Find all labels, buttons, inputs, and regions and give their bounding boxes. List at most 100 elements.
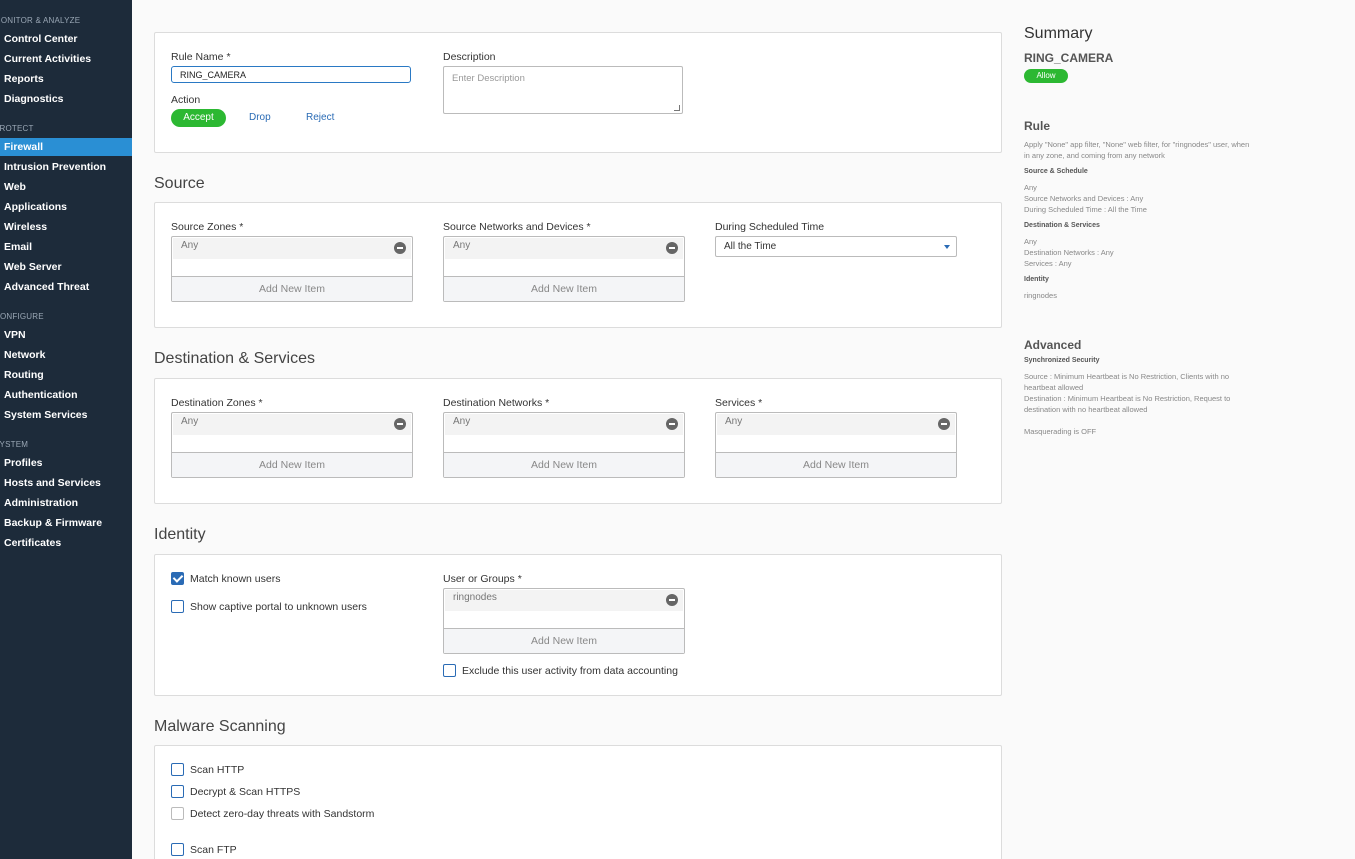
decrypt-https-checkbox[interactable] [171, 785, 184, 798]
match-known-users-label: Match known users [190, 573, 281, 585]
destination-title: Destination & Services [154, 350, 315, 367]
summary-destination-line: Any [1024, 237, 1037, 246]
add-new-item-button[interactable]: Add New Item [444, 452, 684, 477]
sidebar-item-applications[interactable]: Applications [0, 198, 132, 216]
destination-networks-list: Any Add New Item [443, 412, 685, 478]
summary-source-line: Any [1024, 183, 1037, 192]
captive-portal-checkbox[interactable] [171, 600, 184, 613]
exclude-accounting-checkbox[interactable] [443, 664, 456, 677]
sidebar: MONITOR & ANALYZE Control Center Current… [0, 0, 132, 859]
sidebar-section-monitor: MONITOR & ANALYZE [0, 16, 81, 25]
schedule-label: During Scheduled Time [715, 221, 825, 233]
summary-source-line: During Scheduled Time : All the Time [1024, 205, 1147, 214]
remove-icon[interactable] [938, 418, 950, 430]
list-item: Any [717, 414, 955, 435]
sidebar-item-email[interactable]: Email [0, 238, 132, 256]
summary-panel: Summary RING_CAMERA Allow Rule Apply "No… [1024, 0, 1344, 859]
summary-sync-heading: Synchronized Security [1024, 357, 1100, 364]
source-networks-list: Any Add New Item [443, 236, 685, 302]
sidebar-item-vpn[interactable]: VPN [0, 326, 132, 344]
sidebar-item-reports[interactable]: Reports [0, 70, 132, 88]
sidebar-item-hosts-and-services[interactable]: Hosts and Services [0, 474, 132, 492]
add-new-item-button[interactable]: Add New Item [172, 276, 412, 301]
source-title: Source [154, 175, 205, 192]
sidebar-item-control-center[interactable]: Control Center [0, 30, 132, 48]
sidebar-item-firewall[interactable]: Firewall [0, 138, 132, 156]
add-new-item-button[interactable]: Add New Item [444, 276, 684, 301]
sidebar-item-authentication[interactable]: Authentication [0, 386, 132, 404]
sidebar-item-intrusion-prevention[interactable]: Intrusion Prevention [0, 158, 132, 176]
summary-destination-line: Destination Networks : Any [1024, 248, 1114, 257]
match-known-users-checkbox[interactable] [171, 572, 184, 585]
source-networks-label: Source Networks and Devices * [443, 221, 591, 233]
sidebar-section-system: SYSTEM [0, 440, 29, 449]
sidebar-item-current-activities[interactable]: Current Activities [0, 50, 132, 68]
summary-rule-name: RING_CAMERA [1024, 51, 1114, 65]
remove-icon[interactable] [666, 594, 678, 606]
summary-masquerading: Masquerading is OFF [1024, 427, 1097, 436]
summary-advanced-heading: Advanced [1024, 338, 1082, 352]
list-item: Any [445, 238, 683, 259]
captive-portal-label: Show captive portal to unknown users [190, 601, 367, 613]
zero-day-checkbox[interactable] [171, 807, 184, 820]
users-groups-list: ringnodes Add New Item [443, 588, 685, 654]
status-badge: Allow [1024, 69, 1068, 83]
sidebar-item-backup-firmware[interactable]: Backup & Firmware [0, 514, 132, 532]
identity-panel: Match known users Show captive portal to… [154, 554, 1002, 696]
destination-zones-list: Any Add New Item [171, 412, 413, 478]
sidebar-item-administration[interactable]: Administration [0, 494, 132, 512]
summary-source-heading: Source & Schedule [1024, 168, 1088, 175]
list-item: ringnodes [445, 590, 683, 611]
remove-icon[interactable] [394, 242, 406, 254]
sidebar-item-advanced-threat[interactable]: Advanced Threat [0, 278, 132, 296]
services-label: Services * [715, 397, 763, 409]
sidebar-item-routing[interactable]: Routing [0, 366, 132, 384]
sidebar-item-network[interactable]: Network [0, 346, 132, 364]
sidebar-item-diagnostics[interactable]: Diagnostics [0, 90, 132, 108]
sidebar-item-profiles[interactable]: Profiles [0, 454, 132, 472]
schedule-select[interactable]: All the Time [715, 236, 957, 257]
drop-button[interactable]: Drop [249, 109, 271, 127]
sidebar-item-web[interactable]: Web [0, 178, 132, 196]
summary-destination-heading: Destination & Services [1024, 222, 1100, 229]
summary-destination-line: Services : Any [1024, 259, 1072, 268]
users-groups-label: User or Groups * [443, 573, 522, 585]
reject-button[interactable]: Reject [306, 109, 334, 127]
source-zones-list: Any Add New Item [171, 236, 413, 302]
action-label: Action [171, 94, 201, 106]
remove-icon[interactable] [666, 242, 678, 254]
scan-http-checkbox[interactable] [171, 763, 184, 776]
add-new-item-button[interactable]: Add New Item [172, 452, 412, 477]
malware-panel: Scan HTTP Decrypt & Scan HTTPS Detect ze… [154, 745, 1002, 859]
rule-name-label: Rule Name * [171, 51, 231, 63]
summary-identity-heading: Identity [1024, 276, 1049, 283]
source-zones-label: Source Zones * [171, 221, 244, 233]
summary-sync-destination: Destination : Minimum Heartbeat is No Re… [1024, 394, 1231, 414]
sidebar-item-system-services[interactable]: System Services [0, 406, 132, 424]
add-new-item-button[interactable]: Add New Item [444, 628, 684, 653]
sidebar-item-web-server[interactable]: Web Server [0, 258, 132, 276]
add-new-item-button[interactable]: Add New Item [716, 452, 956, 477]
summary-rule-text: Apply "None" app filter, "None" web filt… [1024, 140, 1250, 160]
summary-identity-line: ringnodes [1024, 291, 1057, 300]
sidebar-section-protect: PROTECT [0, 124, 34, 133]
sidebar-item-wireless[interactable]: Wireless [0, 218, 132, 236]
summary-sync-source: Source : Minimum Heartbeat is No Restric… [1024, 372, 1230, 392]
rule-panel: Rule Name * Action Accept Drop Reject De… [154, 32, 1002, 153]
rule-name-input[interactable] [171, 66, 411, 83]
malware-title: Malware Scanning [154, 718, 286, 735]
summary-title: Summary [1024, 25, 1093, 42]
scan-ftp-checkbox[interactable] [171, 843, 184, 856]
source-panel: Source Zones * Any Add New Item Source N… [154, 202, 1002, 328]
decrypt-https-label: Decrypt & Scan HTTPS [190, 786, 301, 798]
sidebar-section-configure: CONFIGURE [0, 312, 44, 321]
description-field[interactable]: Enter Description [443, 66, 683, 114]
remove-icon[interactable] [666, 418, 678, 430]
accept-button[interactable]: Accept [171, 109, 226, 127]
identity-title: Identity [154, 526, 206, 543]
resize-grip-icon[interactable] [674, 105, 680, 111]
summary-rule-heading: Rule [1024, 119, 1051, 133]
sidebar-item-certificates[interactable]: Certificates [0, 534, 132, 552]
summary-source-line: Source Networks and Devices : Any [1024, 194, 1144, 203]
remove-icon[interactable] [394, 418, 406, 430]
